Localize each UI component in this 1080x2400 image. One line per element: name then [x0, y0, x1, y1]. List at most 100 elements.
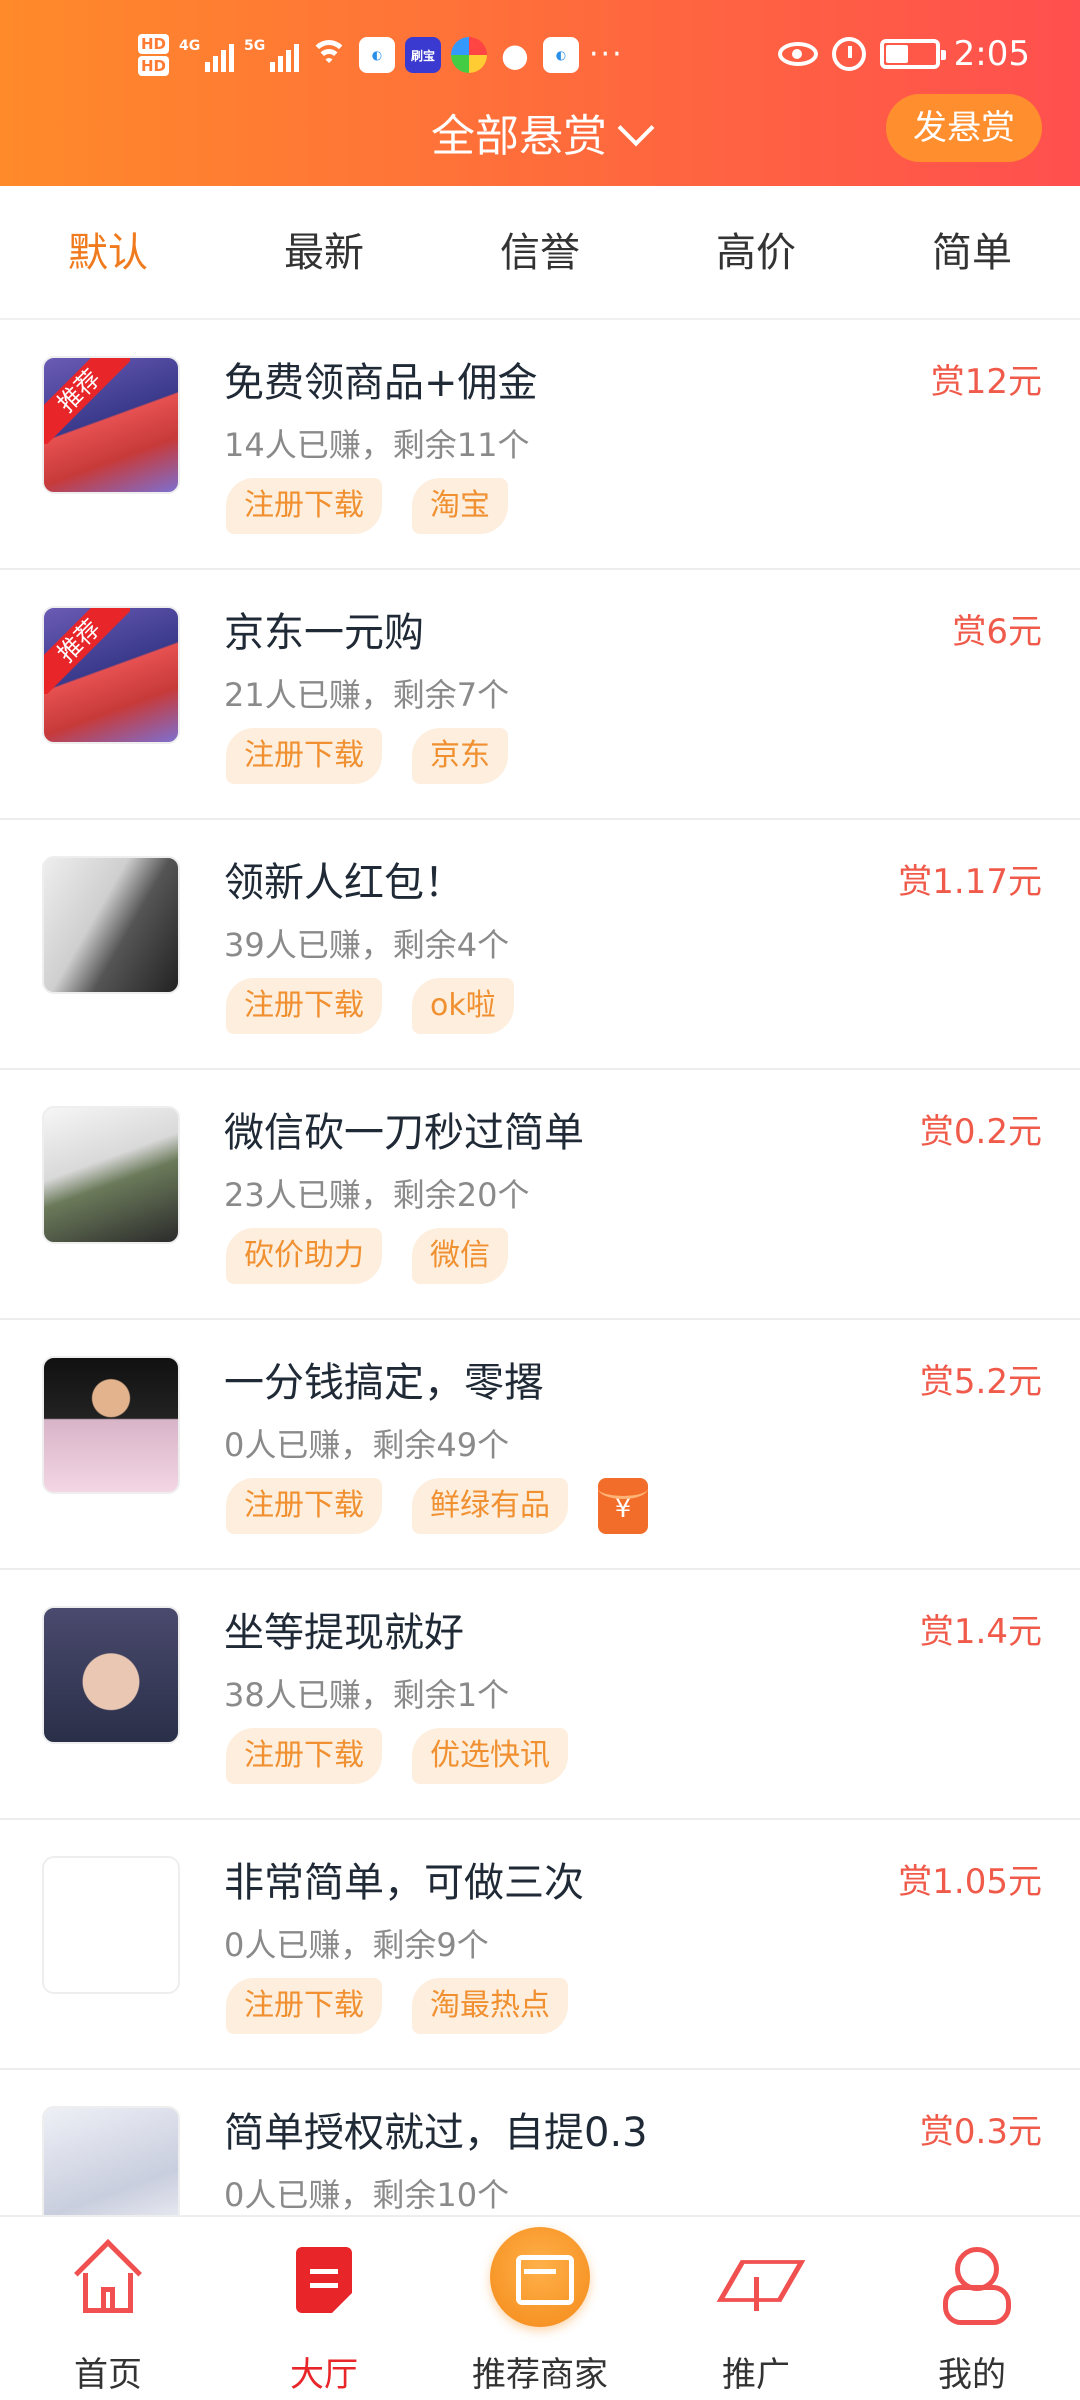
task-avatar	[42, 1606, 180, 1744]
network-type-1: 4G	[179, 38, 201, 54]
task-title: 一分钱搞定，零撂	[224, 1360, 544, 1406]
task-tag: 注册下载	[226, 1728, 382, 1784]
hd-indicators: HD HD	[138, 34, 170, 76]
task-title: 微信砍一刀秒过简单	[224, 1110, 584, 1156]
task-tags: 注册下载 优选快讯	[226, 1728, 568, 1784]
task-tag: 注册下载	[226, 478, 382, 534]
recommend-badge: 推荐	[44, 608, 130, 694]
task-progress: 0人已赚，剩余10个	[224, 2176, 510, 2214]
task-reward: 赏12元	[930, 362, 1042, 402]
task-tag: 淘宝	[412, 478, 508, 534]
nav-me[interactable]: 我的	[864, 2217, 1080, 2400]
task-title: 简单授权就过，自提0.3	[224, 2110, 648, 2156]
post-reward-button[interactable]: 发悬赏	[886, 94, 1042, 162]
task-tag: 优选快讯	[412, 1728, 568, 1784]
task-tag: 鲜绿有品	[412, 1478, 568, 1534]
task-item[interactable]: 推荐 京东一元购 21人已赚，剩余7个 注册下载 京东 赏6元	[0, 570, 1080, 820]
task-tag: 微信	[412, 1228, 508, 1284]
task-item[interactable]: 微信砍一刀秒过简单 23人已赚，剩余20个 砍价助力 微信 赏0.2元	[0, 1070, 1080, 1320]
signal-5g-icon: 5G	[244, 38, 300, 72]
bottom-nav: 首页 大厅 推荐商家 推广 我的	[0, 2215, 1080, 2400]
task-reward: 赏1.4元	[919, 1612, 1042, 1652]
tab-reputation[interactable]: 信誉	[432, 186, 648, 318]
task-item[interactable]: 坐等提现就好 38人已赚，剩余1个 注册下载 优选快讯 赏1.4元	[0, 1570, 1080, 1820]
task-reward: 赏1.17元	[898, 862, 1042, 902]
task-tag: 砍价助力	[226, 1228, 382, 1284]
task-item[interactable]: 领新人红包！ 39人已赚，剩余4个 注册下载 ok啦 赏1.17元	[0, 820, 1080, 1070]
task-progress: 39人已赚，剩余4个	[224, 926, 510, 964]
task-tags: 注册下载 淘最热点	[226, 1978, 568, 2034]
task-title: 免费领商品+佣金	[224, 360, 538, 406]
task-avatar	[42, 2106, 180, 2215]
task-title: 非常简单，可做三次	[224, 1860, 584, 1906]
nav-promote[interactable]: 推广	[648, 2217, 864, 2400]
category-dropdown-label: 全部悬赏	[431, 111, 607, 162]
battery-icon	[879, 39, 946, 69]
task-progress: 38人已赚，剩余1个	[224, 1676, 510, 1714]
status-right: 2:05	[777, 34, 1030, 74]
task-tag: 注册下载	[226, 1978, 382, 2034]
wifi-icon	[309, 38, 349, 72]
nav-home[interactable]: 首页	[0, 2217, 216, 2400]
task-tag: 注册下载	[226, 1478, 382, 1534]
status-time: 2:05	[953, 34, 1030, 74]
task-title: 领新人红包！	[224, 860, 464, 906]
recommend-badge-label: 推荐	[44, 358, 130, 444]
shuabao-app-icon: 刷宝	[405, 37, 442, 73]
status-bar: HD HD 4G 5G ◐ 刷宝 ● ◐ ··· 2:05	[0, 30, 1080, 100]
message-icon: ●	[501, 36, 529, 74]
task-avatar: 推荐	[42, 356, 180, 494]
red-packet-icon: ¥	[598, 1478, 648, 1534]
task-item[interactable]: 一分钱搞定，零撂 0人已赚，剩余49个 注册下载 鲜绿有品 ¥ 赏5.2元	[0, 1320, 1080, 1570]
nav-hall[interactable]: 大厅	[216, 2217, 432, 2400]
task-progress: 0人已赚，剩余49个	[224, 1426, 510, 1464]
task-progress: 23人已赚，剩余20个	[224, 1176, 530, 1214]
network-type-2: 5G	[244, 38, 266, 54]
task-item[interactable]: 推荐 免费领商品+佣金 14人已赚，剩余11个 注册下载 淘宝 赏12元	[0, 320, 1080, 570]
shop-icon	[490, 2227, 590, 2327]
hd-badge-1: HD	[138, 34, 170, 54]
colorful-app-icon	[451, 37, 488, 73]
task-item[interactable]: 简单授权就过，自提0.3 0人已赚，剩余10个 赏0.3元	[0, 2070, 1080, 2215]
task-avatar	[42, 1356, 180, 1494]
notification-app-icon: ◐	[359, 37, 396, 73]
alarm-icon	[831, 37, 866, 71]
task-title: 京东一元购	[224, 610, 424, 656]
task-tag: 注册下载	[226, 978, 382, 1034]
tab-default[interactable]: 默认	[0, 186, 216, 318]
task-tags: 注册下载 鲜绿有品 ¥	[226, 1478, 648, 1534]
sort-tabs: 默认 最新 信誉 高价 简单	[0, 186, 1080, 320]
chevron-down-icon	[617, 109, 655, 147]
nav-hall-label: 大厅	[290, 2355, 358, 2395]
task-progress: 21人已赚，剩余7个	[224, 676, 510, 714]
nav-promote-label: 推广	[722, 2355, 790, 2395]
nav-recommended-merchants[interactable]: 推荐商家	[432, 2217, 648, 2400]
tab-newest[interactable]: 最新	[216, 186, 432, 318]
app-header: HD HD 4G 5G ◐ 刷宝 ● ◐ ··· 2:05 全部悬赏 发悬赏	[0, 0, 1080, 186]
task-reward: 赏1.05元	[898, 1862, 1042, 1902]
task-list: 推荐 免费领商品+佣金 14人已赚，剩余11个 注册下载 淘宝 赏12元 推荐 …	[0, 320, 1080, 2215]
task-tags: 注册下载 京东	[226, 728, 508, 784]
task-tag: ok啦	[412, 978, 514, 1034]
task-tag: 淘最热点	[412, 1978, 568, 2034]
nav-home-label: 首页	[74, 2355, 142, 2395]
hall-icon	[296, 2247, 352, 2313]
tab-simple[interactable]: 简单	[864, 186, 1080, 318]
task-avatar	[42, 856, 180, 994]
status-left: HD HD 4G 5G ◐ 刷宝 ● ◐ ···	[138, 34, 624, 76]
more-notifications-icon: ···	[589, 37, 624, 72]
task-tags: 注册下载 淘宝	[226, 478, 508, 534]
task-reward: 赏0.3元	[919, 2112, 1042, 2152]
task-title: 坐等提现就好	[224, 1610, 464, 1656]
task-progress: 0人已赚，剩余9个	[224, 1926, 489, 1964]
task-item[interactable]: 非常简单，可做三次 0人已赚，剩余9个 注册下载 淘最热点 赏1.05元	[0, 1820, 1080, 2070]
task-tag: 注册下载	[226, 728, 382, 784]
task-avatar	[42, 1856, 180, 1994]
recommend-badge: 推荐	[44, 358, 130, 444]
task-reward: 赏5.2元	[919, 1362, 1042, 1402]
nav-me-label: 我的	[938, 2355, 1006, 2395]
eye-comfort-icon	[777, 42, 818, 66]
tab-high-price[interactable]: 高价	[648, 186, 864, 318]
nav-merchants-label: 推荐商家	[472, 2355, 608, 2395]
hd-badge-2: HD	[138, 56, 170, 76]
